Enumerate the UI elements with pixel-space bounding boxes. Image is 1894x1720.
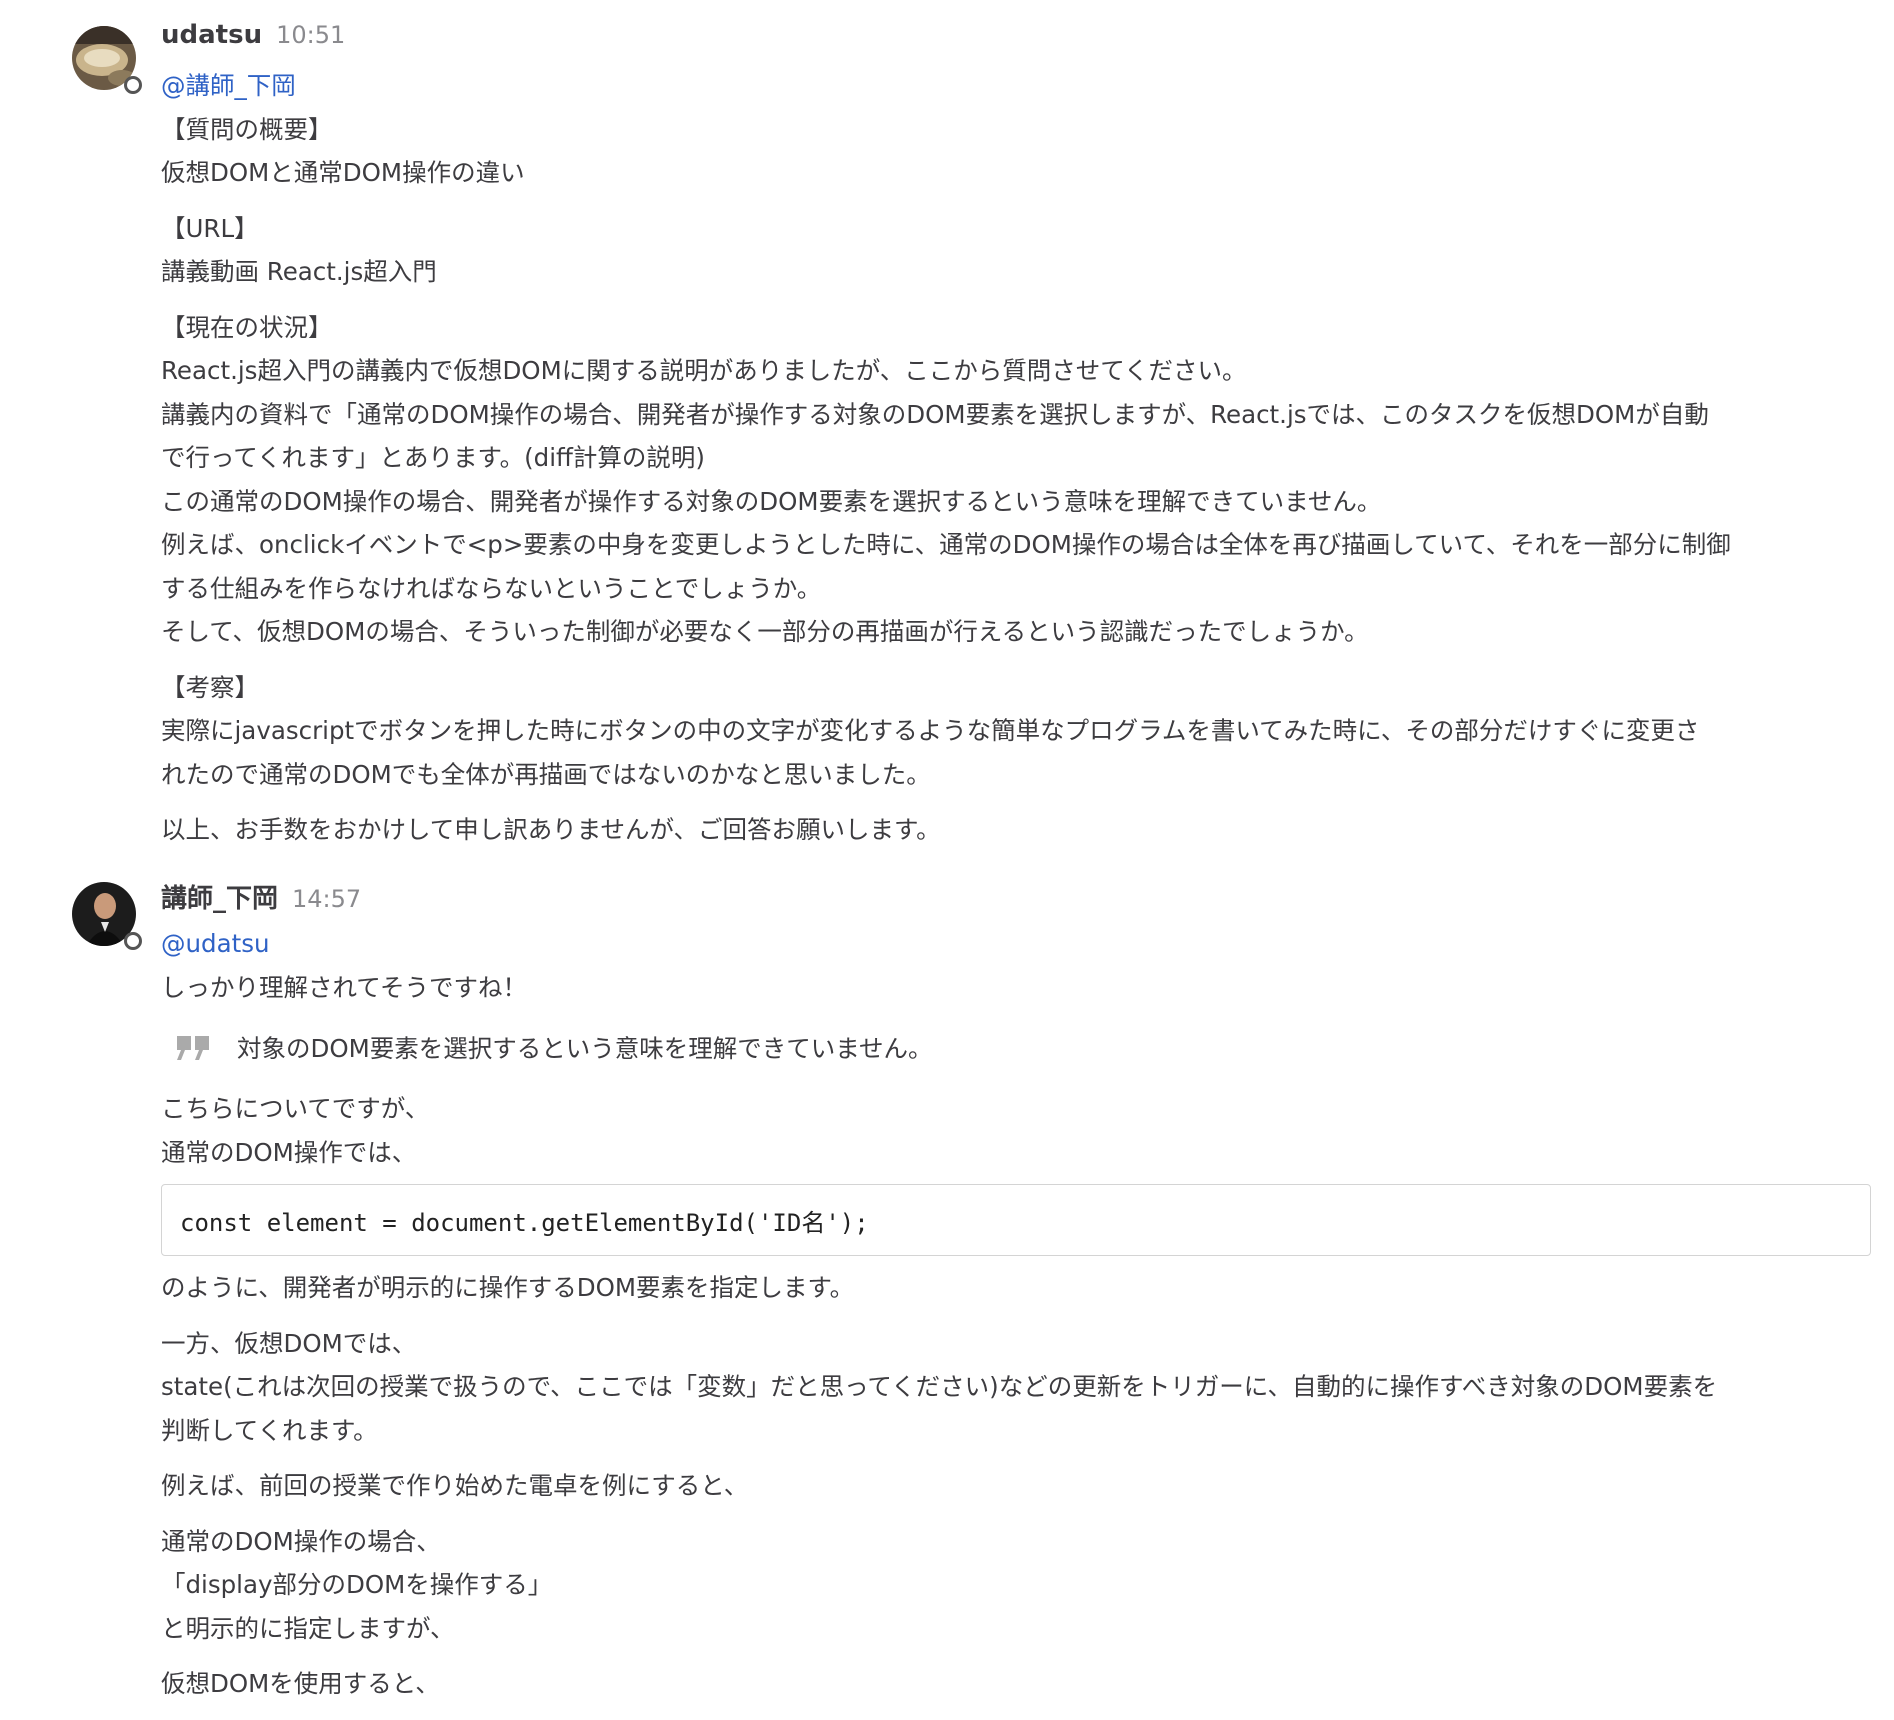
text-line: 仮想DOMと通常DOM操作の違い [161,158,525,187]
text-line: 例えば、onclickイベントで<p>要素の中身を変更しようとした時に、通常のD… [161,530,1731,559]
avatar-udatsu[interactable] [72,26,142,94]
text-line: state(これは次回の授業で扱うので、ここでは「変数」だと思ってください)など… [161,1372,1718,1401]
status-indicator [124,76,142,94]
username[interactable]: 講師_下岡 [161,878,278,915]
text-line: この通常のDOM操作の場合、開発者が操作する対象のDOM要素を選択するという意味… [161,486,1382,516]
text-line: 講義内の資料で「通常のDOM操作の場合、開発者が操作する対象のDOM要素を選択し… [161,399,1709,429]
text-line: 以上、お手数をおかけして申し訳ありませんが、ご回答お願いします。 [161,815,941,844]
text-line: で行ってくれます」とあります。(diff計算の説明) [161,443,705,472]
text-line: 【質問の概要】 [161,114,333,144]
text-line: 一方、仮想DOMでは、 [161,1328,417,1358]
text-line: 【考察】 [161,672,259,702]
text-line: のように、開発者が明示的に操作するDOM要素を指定します。 [161,1273,855,1302]
text-line: れたので通常のDOMでも全体が再描画ではないのかなと思いました。 [161,759,931,789]
avatar-shitaoka[interactable] [72,882,142,950]
timestamp[interactable]: 10:51 [276,21,345,49]
text-line: 「display部分のDOMを操作する」 [161,1570,553,1599]
quote-icon [177,1036,209,1060]
text-line: 通常のDOM操作の場合、 [161,1526,441,1556]
mention-link[interactable]: @udatsu [161,922,1874,966]
status-indicator [124,932,142,950]
text-line: そして、仮想DOMの場合、そういった制御が必要なく一部分の再描画が行えるという認… [161,617,1369,646]
timestamp[interactable]: 14:57 [292,885,361,913]
quote-text: 対象のDOM要素を選択するという意味を理解できていません。 [237,1034,933,1064]
text-line: 例えば、前回の授業で作り始めた電卓を例にすると、 [161,1471,749,1500]
text-line: こちらについてですが、 [161,1094,430,1123]
text-line: 講義動画 React.js超入門 [161,257,437,286]
text-line: しっかり理解されてそうですね！ [161,972,528,1002]
text-line: する仕組みを作らなければならないということでしょうか。 [161,573,822,603]
code-block[interactable]: const element = document.getElementById(… [161,1184,1871,1256]
text-line: 仮想DOMを使用すると、 [161,1669,440,1698]
text-line: 【URL】 [161,213,259,243]
text-line: 実際にjavascriptでボタンを押した時にボタンの中の文字が変化するような簡… [161,716,1700,745]
code-text: const element = document.getElementById(… [180,1208,869,1237]
text-line: と明示的に指定しますが、 [161,1613,455,1643]
text-line: 【現在の状況】 [161,312,333,342]
text-line: React.js超入門の講義内で仮想DOMに関する説明がありましたが、ここから質… [161,356,1247,385]
text-line: 通常のDOM操作では、 [161,1137,417,1167]
text-line: 判断してくれます。 [161,1415,378,1445]
mention-link[interactable]: @講師_下岡 [161,64,1874,108]
username[interactable]: udatsu [161,20,262,50]
blockquote: 対象のDOM要素を選択するという意味を理解できていません。 [175,1019,1874,1079]
